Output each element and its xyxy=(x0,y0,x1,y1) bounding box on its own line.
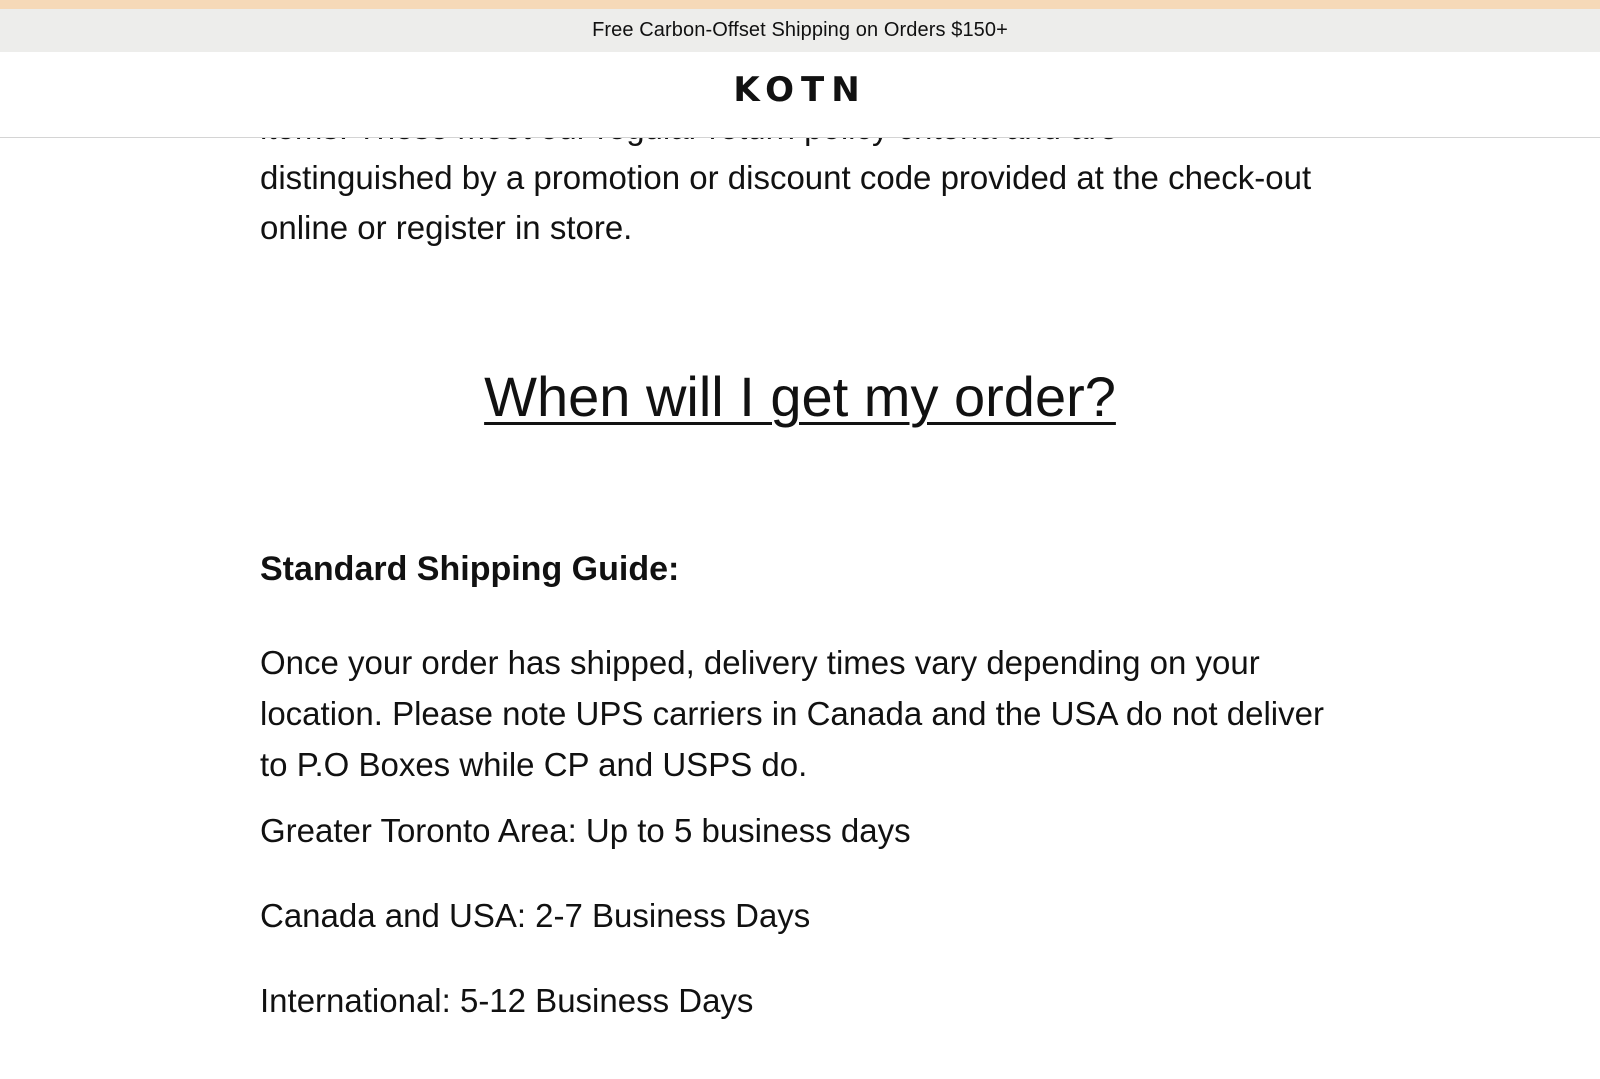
site-header: t KOTN xyxy=(0,52,1600,138)
brand-logo[interactable]: KOTN xyxy=(0,70,1600,110)
section-heading-order-timing[interactable]: When will I get my order? xyxy=(260,362,1340,432)
promotion-paragraph: distinguished by a promotion or discount… xyxy=(260,159,1312,246)
shipping-guide-title: Standard Shipping Guide: xyxy=(260,550,680,588)
delivery-time-international: International: 5-12 Business Days xyxy=(260,982,754,1019)
shipping-guide-paragraph: Once your order has shipped, delivery ti… xyxy=(260,644,1324,783)
delivery-time-gta: Greater Toronto Area: Up to 5 business d… xyxy=(260,812,911,849)
main-content: items. These meet our regular return pol… xyxy=(260,0,1340,1079)
delivery-time-canada-usa: Canada and USA: 2-7 Business Days xyxy=(260,897,811,934)
